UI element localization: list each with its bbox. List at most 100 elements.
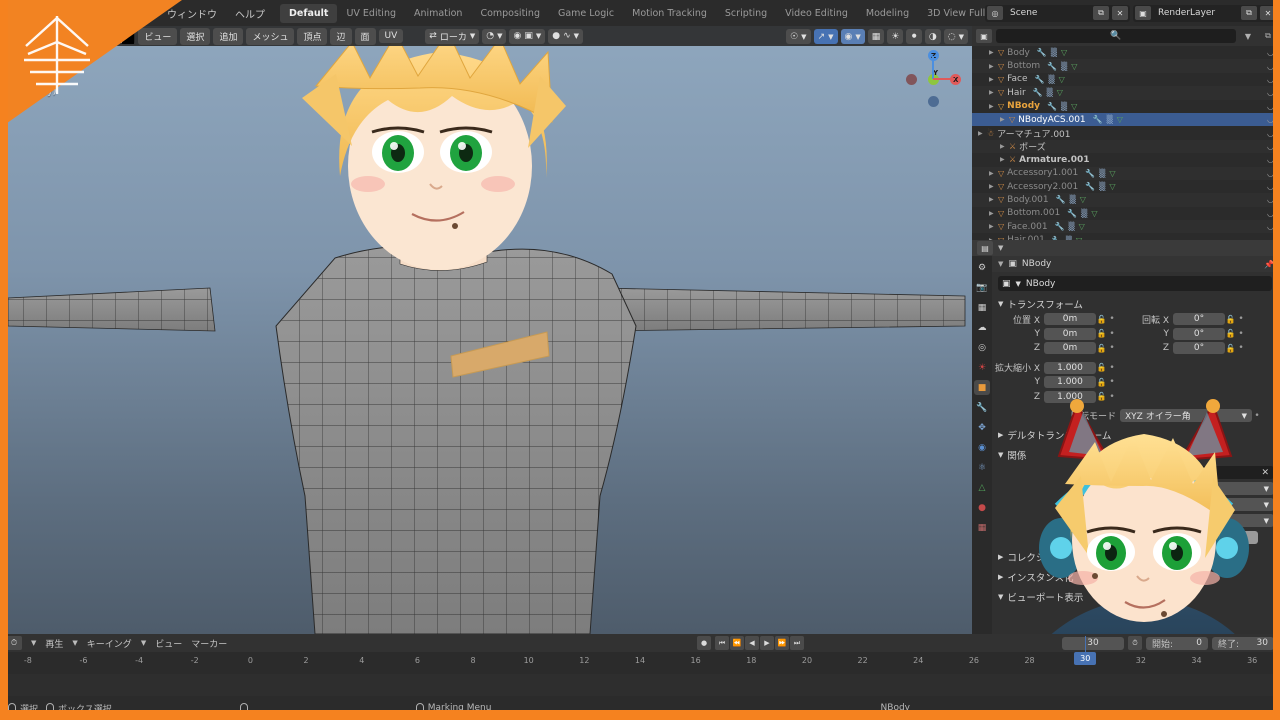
- wrench-icon[interactable]: 🔧: [1033, 88, 1043, 97]
- navigation-gizmo[interactable]: Z X Y: [902, 48, 964, 110]
- wrench-icon[interactable]: 🔧: [1055, 222, 1065, 231]
- menu-playback[interactable]: 再生: [45, 637, 63, 650]
- outliner-row[interactable]: ▶ ▽ Body 🔧 ▒ ▽ ◡: [972, 46, 1280, 59]
- lock-icon[interactable]: 🔓: [1225, 344, 1236, 353]
- animate-icon[interactable]: •: [1107, 377, 1117, 387]
- outliner-row[interactable]: ▶ ▽ Face 🔧 ▒ ▽ ◡: [972, 73, 1280, 86]
- screen-tab-scripting[interactable]: Scripting: [716, 4, 776, 23]
- modifier-icon[interactable]: ▒: [1099, 169, 1105, 178]
- snapping-toggle[interactable]: ◔ ▼: [482, 28, 507, 44]
- tab-object[interactable]: ■: [974, 380, 990, 395]
- screen-tab-game-logic[interactable]: Game Logic: [549, 4, 623, 23]
- menu-uv[interactable]: UV: [378, 29, 404, 43]
- mesh-data-icon[interactable]: ▽: [1071, 62, 1077, 71]
- screen-tab-animation[interactable]: Animation: [405, 4, 471, 23]
- outliner-row[interactable]: ▶ ▽ Accessory1.001 🔧 ▒ ▽ ◡: [972, 166, 1280, 180]
- 3d-viewport[interactable]: 透視投影 Body) Z X Y ード ▼ ●: [0, 26, 972, 634]
- outliner-row[interactable]: ▶ ⚔ ポーズ ◡: [972, 139, 1280, 154]
- modifier-icon[interactable]: ▒: [1048, 75, 1054, 84]
- rotation-y-value[interactable]: 0°: [1173, 327, 1225, 340]
- play-button[interactable]: ▶: [760, 636, 774, 650]
- outliner-row[interactable]: ▶ ▽ Accessory2.001 🔧 ▒ ▽ ◡: [972, 180, 1280, 193]
- lock-icon[interactable]: 🔓: [1225, 315, 1236, 324]
- wrench-icon[interactable]: 🔧: [1047, 102, 1057, 111]
- proportional-edit-toggle[interactable]: ◉ ▣ ▼: [509, 28, 546, 44]
- modifier-icon[interactable]: ▒: [1047, 88, 1053, 97]
- new-renderlayer-icon[interactable]: ⧉: [1241, 6, 1257, 20]
- location-x-value[interactable]: 0m: [1044, 313, 1096, 325]
- render-preview-toggle[interactable]: ⚫: [906, 29, 922, 44]
- outliner-row[interactable]: ▶ ☃ アーマチュア.001 ◡: [972, 126, 1280, 140]
- menu-help[interactable]: ヘルプ: [226, 6, 274, 21]
- expand-arrow-icon[interactable]: ▶: [1000, 156, 1009, 163]
- tab-object-data[interactable]: △: [974, 480, 990, 495]
- modifier-icon[interactable]: ▒: [1061, 102, 1067, 111]
- mesh-data-icon[interactable]: ▽: [1117, 115, 1123, 124]
- tab-texture[interactable]: ▦: [974, 520, 990, 535]
- wrench-icon[interactable]: 🔧: [1085, 169, 1095, 178]
- close-icon[interactable]: ✕: [1261, 468, 1269, 478]
- menu-view[interactable]: ビュー: [138, 27, 178, 45]
- tab-physics[interactable]: ☀: [974, 360, 990, 375]
- menu-edge[interactable]: 辺: [330, 27, 352, 45]
- mesh-data-icon[interactable]: ▽: [1071, 102, 1077, 111]
- screen-tab-3d-view-full[interactable]: 3D View Full: [918, 4, 994, 23]
- modifier-icon[interactable]: ▒: [1061, 62, 1067, 71]
- expand-arrow-icon[interactable]: ▶: [989, 76, 998, 83]
- modifier-icon[interactable]: ▒: [1081, 209, 1087, 218]
- expand-arrow-icon[interactable]: ▶: [978, 130, 987, 137]
- matcap-toggle[interactable]: ◑: [924, 29, 941, 44]
- animate-icon[interactable]: •: [1107, 329, 1117, 339]
- location-z-value[interactable]: 0m: [1044, 342, 1096, 354]
- menu-vertex[interactable]: 頂点: [297, 27, 328, 45]
- tab-world[interactable]: ☁: [974, 320, 990, 335]
- screen-tab-motion-tracking[interactable]: Motion Tracking: [623, 4, 716, 23]
- global-view-toggle[interactable]: ☀: [887, 29, 904, 44]
- falloff-selector[interactable]: ● ∿ ▼: [548, 28, 584, 44]
- modifier-icon[interactable]: ▒: [1107, 115, 1113, 124]
- expand-arrow-icon[interactable]: ▶: [989, 49, 998, 56]
- wrench-icon[interactable]: 🔧: [1056, 195, 1066, 204]
- outliner-row[interactable]: ▶ ▽ Body.001 🔧 ▒ ▽ ◡: [972, 193, 1280, 207]
- tab-render[interactable]: ⚙: [974, 260, 990, 275]
- scale-y-value[interactable]: 1.000: [1044, 376, 1096, 388]
- properties-editor-type-icon[interactable]: ▤: [977, 241, 993, 255]
- animate-icon[interactable]: •: [1107, 314, 1117, 324]
- menu-marker[interactable]: マーカー: [191, 637, 227, 650]
- outliner-row[interactable]: ▶ ▽ NBodyACS.001 🔧 ▒ ▽ ◡: [972, 112, 1280, 127]
- lock-icon[interactable]: 🔓: [1096, 363, 1107, 372]
- expand-arrow-icon[interactable]: ▶: [989, 170, 998, 177]
- lock-icon[interactable]: 🔓: [1096, 329, 1107, 338]
- menu-face[interactable]: 面: [354, 27, 376, 45]
- outliner-editor-type-icon[interactable]: ▣: [976, 29, 992, 43]
- end-frame-field[interactable]: 終了: 30: [1212, 636, 1274, 650]
- timeline-editor[interactable]: ⏱ ▼ 再生 ▼ キーイング ▼ ビュー マーカー ● ⏮ ⏪ ◀ ▶ ⏩ ⏭ …: [0, 634, 1280, 696]
- outliner-row[interactable]: ▶ ▽ Bottom 🔧 ▒ ▽ ◡: [972, 59, 1280, 73]
- expand-arrow-icon[interactable]: ▶: [989, 63, 998, 70]
- mesh-data-icon[interactable]: ▽: [1109, 182, 1115, 191]
- tab-modifiers[interactable]: 🔧: [974, 400, 990, 415]
- lock-icon[interactable]: 🔓: [1096, 315, 1107, 324]
- outliner-row[interactable]: ▶ ▽ Hair 🔧 ▒ ▽ ◡: [972, 86, 1280, 100]
- menu-add[interactable]: 追加: [213, 27, 244, 45]
- shading-mode-selector[interactable]: ◉ ▼: [840, 29, 865, 44]
- previous-keyframe-button[interactable]: ⏪: [730, 636, 744, 650]
- outliner-panel[interactable]: ▣ 🔍 ▼ ⧉ ▶ ▽ Body 🔧 ▒ ▽ ◡ ▶ ▽ Bottom 🔧 ▒ ▽ ◡ ▶ ▽ Face 🔧 ▒ ▽ ◡…: [972, 26, 1280, 240]
- lock-icon[interactable]: 🔓: [1096, 378, 1107, 387]
- expand-arrow-icon[interactable]: ▶: [989, 89, 998, 96]
- outliner-row[interactable]: ▶ ⚔ Armature.001 ◡: [972, 153, 1280, 166]
- wrench-icon[interactable]: 🔧: [1067, 209, 1077, 218]
- mesh-data-icon[interactable]: ▽: [1079, 222, 1085, 231]
- tab-scene[interactable]: ▦: [974, 300, 990, 315]
- lock-icon[interactable]: 🔓: [1225, 329, 1236, 338]
- expand-arrow-icon[interactable]: ▶: [1000, 116, 1009, 123]
- expand-arrow-icon[interactable]: ▶: [989, 103, 998, 110]
- timeline-ruler[interactable]: -8-6-4-202468101214161820222426283032343…: [0, 636, 1280, 674]
- screen-tab-default[interactable]: Default: [280, 3, 338, 23]
- animate-icon[interactable]: •: [1107, 363, 1117, 373]
- menu-mesh[interactable]: メッシュ: [246, 27, 295, 45]
- new-scene-icon[interactable]: ⧉: [1093, 6, 1109, 20]
- screen-tab-uv-editing[interactable]: UV Editing: [337, 4, 405, 23]
- remove-scene-icon[interactable]: ✕: [1112, 6, 1128, 20]
- animate-icon[interactable]: •: [1107, 343, 1117, 353]
